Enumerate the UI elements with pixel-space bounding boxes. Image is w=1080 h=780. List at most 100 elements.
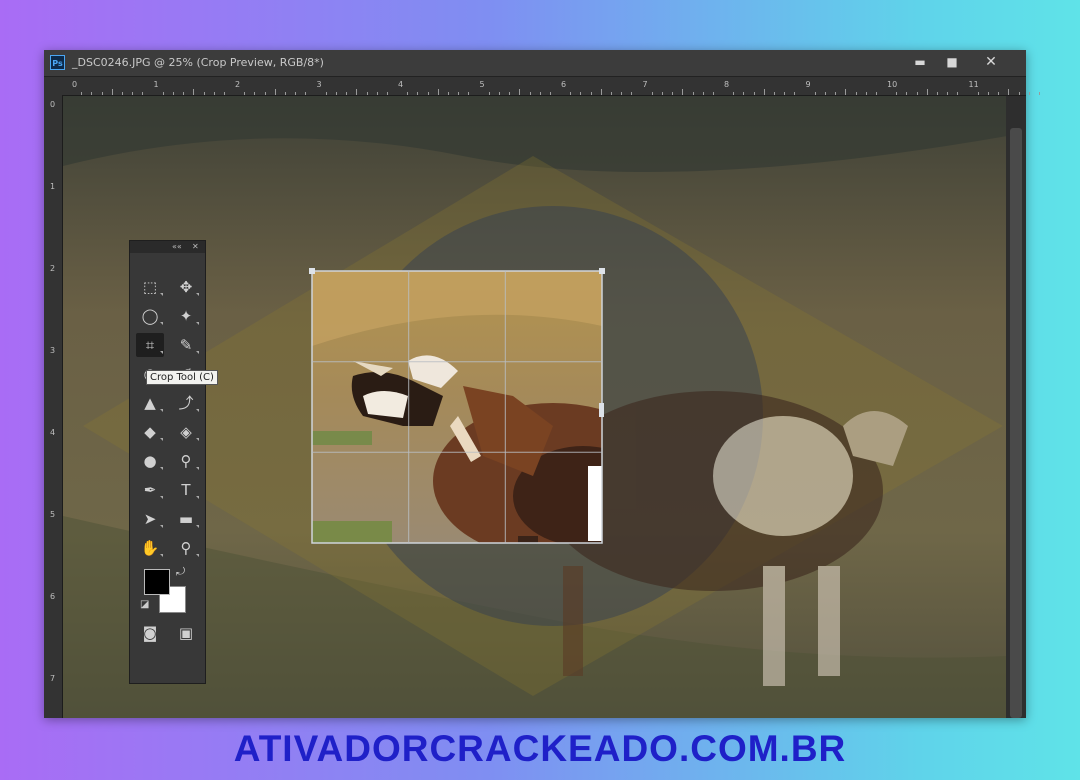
ruler-top-tick xyxy=(213,92,215,95)
ruler-top-label: 11 xyxy=(968,80,979,89)
close-panel-icon[interactable]: ✕ xyxy=(192,241,199,253)
rectangle-shape-tool-icon[interactable]: ▬ xyxy=(172,507,200,531)
pen-tool-icon[interactable]: ✒ xyxy=(136,478,164,502)
ruler-top-label: 5 xyxy=(479,80,485,89)
ruler-top-tick xyxy=(987,92,989,95)
crop-tool-tooltip: Crop Tool (C) xyxy=(146,370,218,385)
ruler-top-tick xyxy=(1018,92,1020,95)
ruler-top-tick xyxy=(998,92,1000,95)
minimize-button[interactable]: ▬ xyxy=(906,52,934,72)
ruler-top-tick xyxy=(183,92,185,95)
crop-handle-right[interactable] xyxy=(599,403,604,417)
ruler-top-tick xyxy=(784,92,786,95)
ruler-top-tick xyxy=(590,92,592,95)
ruler-top-tick xyxy=(223,92,225,95)
ruler-top-tick xyxy=(712,92,714,95)
vertical-scrollbar[interactable] xyxy=(1006,96,1026,718)
zoom-tool-icon[interactable]: ⚲ xyxy=(172,536,200,560)
ruler-top-tick xyxy=(162,92,164,95)
photoshop-document-window: Ps _DSC0246.JPG @ 25% (Crop Preview, RGB… xyxy=(44,50,1040,718)
screen-mode-icon[interactable]: ▣ xyxy=(172,621,200,645)
magic-wand-tool-icon[interactable]: ✦ xyxy=(172,304,200,328)
ruler-top-tick xyxy=(81,92,83,95)
crop-handle-top-right[interactable] xyxy=(599,268,605,274)
horizontal-ruler[interactable]: 0 1 2 3 4 5 6 7 8 9 10 11 xyxy=(44,77,1040,96)
history-brush-tool-icon[interactable]: ⤴ xyxy=(172,391,200,415)
type-tool-icon[interactable]: T xyxy=(172,478,200,502)
quick-mask-icon[interactable]: ◙ xyxy=(136,621,164,645)
dodge-tool-icon[interactable]: ⚲ xyxy=(172,449,200,473)
ruler-top-tick xyxy=(926,89,928,95)
ruler-top-tick xyxy=(539,92,541,95)
ruler-top-tick xyxy=(702,92,704,95)
ruler-top-tick xyxy=(305,92,307,95)
ruler-top-tick xyxy=(132,92,134,95)
ruler-top-tick xyxy=(957,92,959,95)
ruler-top-tick xyxy=(875,92,877,95)
path-selection-tool-icon[interactable]: ➤ xyxy=(136,507,164,531)
ruler-top-label: 2 xyxy=(235,80,241,89)
eraser-tool-icon[interactable]: ◆ xyxy=(136,420,164,444)
ruler-top-tick xyxy=(468,92,470,95)
ruler-top-tick xyxy=(264,92,266,95)
ruler-top-tick xyxy=(906,92,908,95)
eyedropper-tool-icon[interactable]: ✎ xyxy=(172,333,200,357)
ruler-top-tick xyxy=(448,92,449,95)
swap-colors-icon[interactable]: ⤾ xyxy=(176,565,185,579)
ruler-top-label: 1 xyxy=(153,80,159,89)
ruler-top-tick xyxy=(651,92,653,95)
ruler-top-label: 10 xyxy=(887,80,898,89)
ruler-left-label: 5 xyxy=(50,510,56,519)
crop-tool-icon[interactable]: ⌗ xyxy=(136,333,164,357)
ruler-top-label: 6 xyxy=(561,80,567,89)
close-button[interactable]: ✕ xyxy=(974,52,1008,72)
tools-panel-header[interactable]: «« ✕ xyxy=(130,241,205,253)
ruler-top-tick xyxy=(458,92,460,95)
ruler-top-tick xyxy=(203,92,205,95)
ruler-top-tick xyxy=(111,89,113,95)
ruler-top-tick xyxy=(682,89,684,95)
rect-marquee-tool-icon[interactable]: ⬚ xyxy=(136,275,164,299)
ruler-top-tick xyxy=(285,92,286,95)
default-colors-icon[interactable]: ◪ xyxy=(140,599,149,610)
ruler-top-tick xyxy=(580,92,582,95)
ruler-top-tick xyxy=(865,92,867,95)
ruler-top-tick xyxy=(529,92,531,95)
collapse-panel-icon[interactable]: «« xyxy=(172,241,182,253)
move-tool-icon[interactable]: ✥ xyxy=(172,275,200,299)
ruler-top-label: 7 xyxy=(642,80,648,89)
ruler-top-tick xyxy=(855,92,857,95)
ruler-top-tick xyxy=(611,92,612,95)
ruler-left-label: 2 xyxy=(50,264,56,273)
ruler-top-tick xyxy=(295,92,297,95)
ruler-top-tick xyxy=(570,92,572,95)
tools-panel[interactable]: «« ✕ ⬚✥◯✦⌗✎◎✐▲⤴◆◈●⚲✒T➤▬✋⚲◙▣ ⤾ ◪ xyxy=(129,240,206,684)
ruler-top-tick xyxy=(845,89,847,95)
vertical-ruler[interactable]: 0 1 2 3 4 5 6 7 xyxy=(44,95,63,718)
blur-tool-icon[interactable]: ● xyxy=(136,449,164,473)
ruler-top-tick xyxy=(101,92,103,95)
ruler-top-tick xyxy=(814,92,816,95)
maximize-button[interactable]: ■ xyxy=(938,52,966,72)
title-bar[interactable]: Ps _DSC0246.JPG @ 25% (Crop Preview, RGB… xyxy=(44,50,1026,77)
ruler-top-tick xyxy=(733,92,735,95)
ruler-top-tick xyxy=(621,92,623,95)
ruler-left-label: 1 xyxy=(50,182,56,191)
ruler-top-tick xyxy=(672,92,674,95)
ruler-top-tick xyxy=(743,92,745,95)
ruler-top-tick xyxy=(335,92,337,95)
ruler-top-tick xyxy=(172,92,174,95)
foreground-color-swatch[interactable] xyxy=(144,569,170,595)
paint-bucket-tool-icon[interactable]: ◈ xyxy=(172,420,200,444)
ruler-top-tick xyxy=(244,92,246,95)
ruler-top-tick xyxy=(763,89,765,95)
ruler-top-tick xyxy=(1028,92,1030,95)
crop-handle-top-left[interactable] xyxy=(309,268,315,274)
lasso-tool-icon[interactable]: ◯ xyxy=(136,304,164,328)
hand-tool-icon[interactable]: ✋ xyxy=(136,536,164,560)
ruler-top-tick xyxy=(753,92,755,95)
scrollbar-thumb[interactable] xyxy=(1010,128,1022,718)
clone-stamp-tool-icon[interactable]: ▲ xyxy=(136,391,164,415)
ruler-top-tick xyxy=(794,92,796,95)
ruler-top-tick xyxy=(549,92,551,95)
